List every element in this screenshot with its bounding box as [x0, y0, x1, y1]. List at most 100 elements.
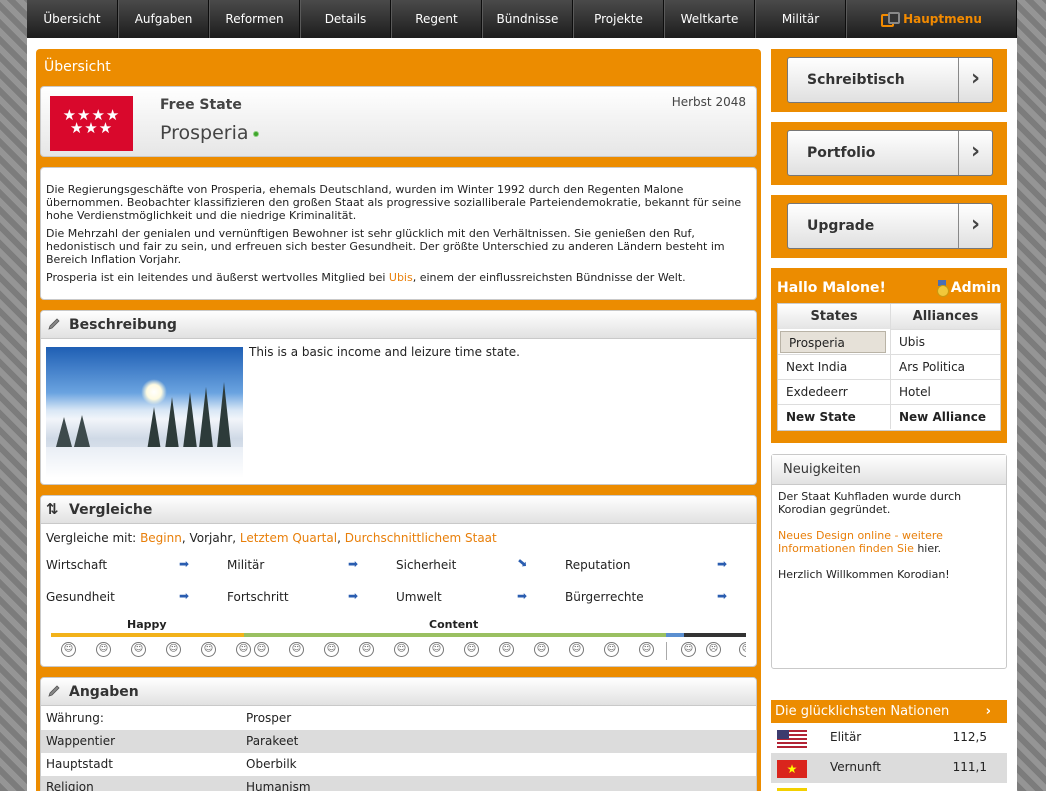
chevron-right-icon: ›: [958, 58, 992, 102]
tab-aufgaben[interactable]: Aufgaben: [118, 0, 209, 38]
state-item[interactable]: Next India: [778, 354, 890, 379]
admin-label: Admin: [950, 280, 1001, 296]
chevron-right-icon: ›: [985, 704, 991, 719]
intro-paragraph: Prosperia ist ein leitendes und äußerst …: [46, 271, 751, 284]
online-status-icon: [252, 130, 259, 137]
table-row: Währung: Prosper: [41, 707, 756, 730]
compare-link-beginn[interactable]: Beginn: [140, 531, 182, 545]
portfolio-button[interactable]: Portfolio ›: [787, 130, 993, 176]
description-text: This is a basic income and leizure time …: [249, 345, 520, 359]
metric-label: Gesundheit: [46, 590, 115, 604]
alliance-item[interactable]: Ubis: [890, 329, 1000, 354]
sidebar-button-box: Schreibtisch ›: [771, 49, 1007, 112]
intro-text-span: , einem der einflussreichsten Bündnisse …: [412, 271, 686, 284]
metric-label: Militär: [227, 558, 265, 572]
season-date: Herbst 2048: [671, 95, 746, 109]
state-type: Free State: [160, 97, 242, 113]
chevron-right-icon: ›: [958, 131, 992, 175]
intro-paragraph: Die Regierungsgeschäfte von Prosperia, e…: [46, 183, 742, 222]
user-panel: Hallo Malone! Admin States Alliances Pro…: [771, 268, 1007, 443]
smiley-icon: ☺: [639, 642, 654, 657]
desk-button[interactable]: Schreibtisch ›: [787, 57, 993, 103]
description-header: Beschreibung: [41, 311, 756, 339]
smiley-icon: ☺: [499, 642, 514, 657]
compare-link-quartal[interactable]: Letztem Quartal: [240, 531, 337, 545]
fact-value: Prosper: [246, 711, 292, 725]
news-item: Der Staat Kuhfladen wurde durch Korodian…: [778, 490, 962, 516]
compare-prefix: Vergleiche mit:: [46, 531, 137, 545]
state-item-prosperia[interactable]: Prosperia: [780, 331, 886, 353]
smiley-icon: ☺: [201, 642, 216, 657]
tab-regent[interactable]: Regent: [391, 0, 482, 38]
trend-up-icon: [517, 591, 531, 601]
list-item[interactable]: Elitär 112,5: [771, 723, 1007, 753]
smiley-icon: ☺: [429, 642, 444, 657]
medal-icon: [936, 280, 949, 297]
page: Übersicht Aufgaben Reformen Details Rege…: [27, 0, 1017, 791]
fact-value: Parakeet: [246, 734, 299, 748]
alliances-header: Alliances: [890, 304, 1000, 329]
upgrade-button[interactable]: Upgrade ›: [787, 203, 993, 249]
smiley-icon: ☺: [464, 642, 479, 657]
fact-key: Währung:: [46, 711, 104, 725]
tab-uebersicht[interactable]: Übersicht: [27, 0, 118, 38]
alliance-item[interactable]: Hotel: [890, 379, 1000, 404]
comparison-header: ⇅ Vergleiche: [41, 496, 756, 524]
states-header: States: [778, 304, 890, 329]
pencil-icon: [48, 318, 60, 330]
compare-link-durchschnitt[interactable]: Durchschnittlichem Staat: [345, 531, 497, 545]
smiley-icon: ☺: [166, 642, 181, 657]
admin-link[interactable]: Admin: [936, 280, 1001, 297]
tab-buendnisse[interactable]: Bündnisse: [482, 0, 573, 38]
new-state-link[interactable]: New State: [778, 404, 890, 429]
news-body: Der Staat Kuhfladen wurde durch Korodian…: [772, 485, 1006, 599]
trend-up-icon: [717, 559, 731, 569]
comparison-section: ⇅ Vergleiche Vergleiche mit: Beginn, Vor…: [40, 495, 757, 667]
smiley-icon: ☺: [681, 642, 696, 657]
news-item: Neues Design online - weitere Informatio…: [778, 529, 1000, 555]
sidebar-button-box: Upgrade ›: [771, 195, 1007, 258]
metric-label: Umwelt: [396, 590, 442, 604]
news-text: hier.: [913, 542, 942, 555]
nation-value: 112,5: [952, 730, 987, 744]
facts-section: Angaben Währung: Prosper Wappentier Parake…: [40, 677, 757, 791]
happiest-header[interactable]: Die glücklichsten Nationen ›: [771, 700, 1007, 723]
state-photo: [46, 347, 243, 478]
news-panel: Neuigkeiten Der Staat Kuhfladen wurde du…: [771, 454, 1007, 669]
smiley-icon: ☺: [289, 642, 304, 657]
tab-details[interactable]: Details: [300, 0, 391, 38]
facts-header: Angaben: [41, 678, 756, 706]
greeting: Hallo Malone!: [777, 280, 886, 296]
sad-face-icon: ☹: [706, 642, 721, 657]
nation-name: Vernunft: [830, 760, 881, 774]
alliance-item[interactable]: Ars Politica: [890, 354, 1000, 379]
panel-title: Übersicht: [44, 59, 111, 75]
smiley-icon: ☺: [96, 642, 111, 657]
state-header: ★★★★ ★★★ Free State Prosperia Herbst 2048: [40, 86, 757, 157]
sort-arrows-icon: ⇅: [46, 500, 59, 518]
smiley-icon: ☺: [394, 642, 409, 657]
comparison-title: Vergleiche: [69, 502, 153, 518]
tab-weltkarte[interactable]: Weltkarte: [664, 0, 755, 38]
alliance-link[interactable]: Ubis: [389, 271, 413, 284]
tab-reformen[interactable]: Reformen: [209, 0, 300, 38]
state-item[interactable]: Exdedeerr: [778, 379, 890, 404]
facts-title: Angaben: [69, 684, 139, 700]
news-title: Neuigkeiten: [772, 455, 1006, 485]
new-alliance-link[interactable]: New Alliance: [890, 404, 1000, 429]
news-item: Herzlich Willkommen Korodian!: [778, 568, 950, 581]
mood-bar-content: [244, 633, 666, 637]
smiley-icon: ☺: [569, 642, 584, 657]
mood-label-content: Content: [429, 618, 479, 631]
table-row: Religion Humanism: [41, 776, 756, 791]
tab-projekte[interactable]: Projekte: [573, 0, 664, 38]
fact-key: Hauptstadt: [46, 757, 113, 771]
compare-separator: ,: [337, 531, 345, 545]
table-row: Hauptstadt Oberbilk: [41, 753, 756, 776]
nation-value: 111,1: [952, 760, 987, 774]
list-item[interactable]: ★ Vernunft 111,1: [771, 753, 1007, 783]
state-flag: ★★★★ ★★★: [50, 96, 133, 151]
trend-down-icon: [515, 556, 532, 573]
fact-value: Humanism: [246, 780, 311, 791]
trend-up-icon: [717, 591, 731, 601]
